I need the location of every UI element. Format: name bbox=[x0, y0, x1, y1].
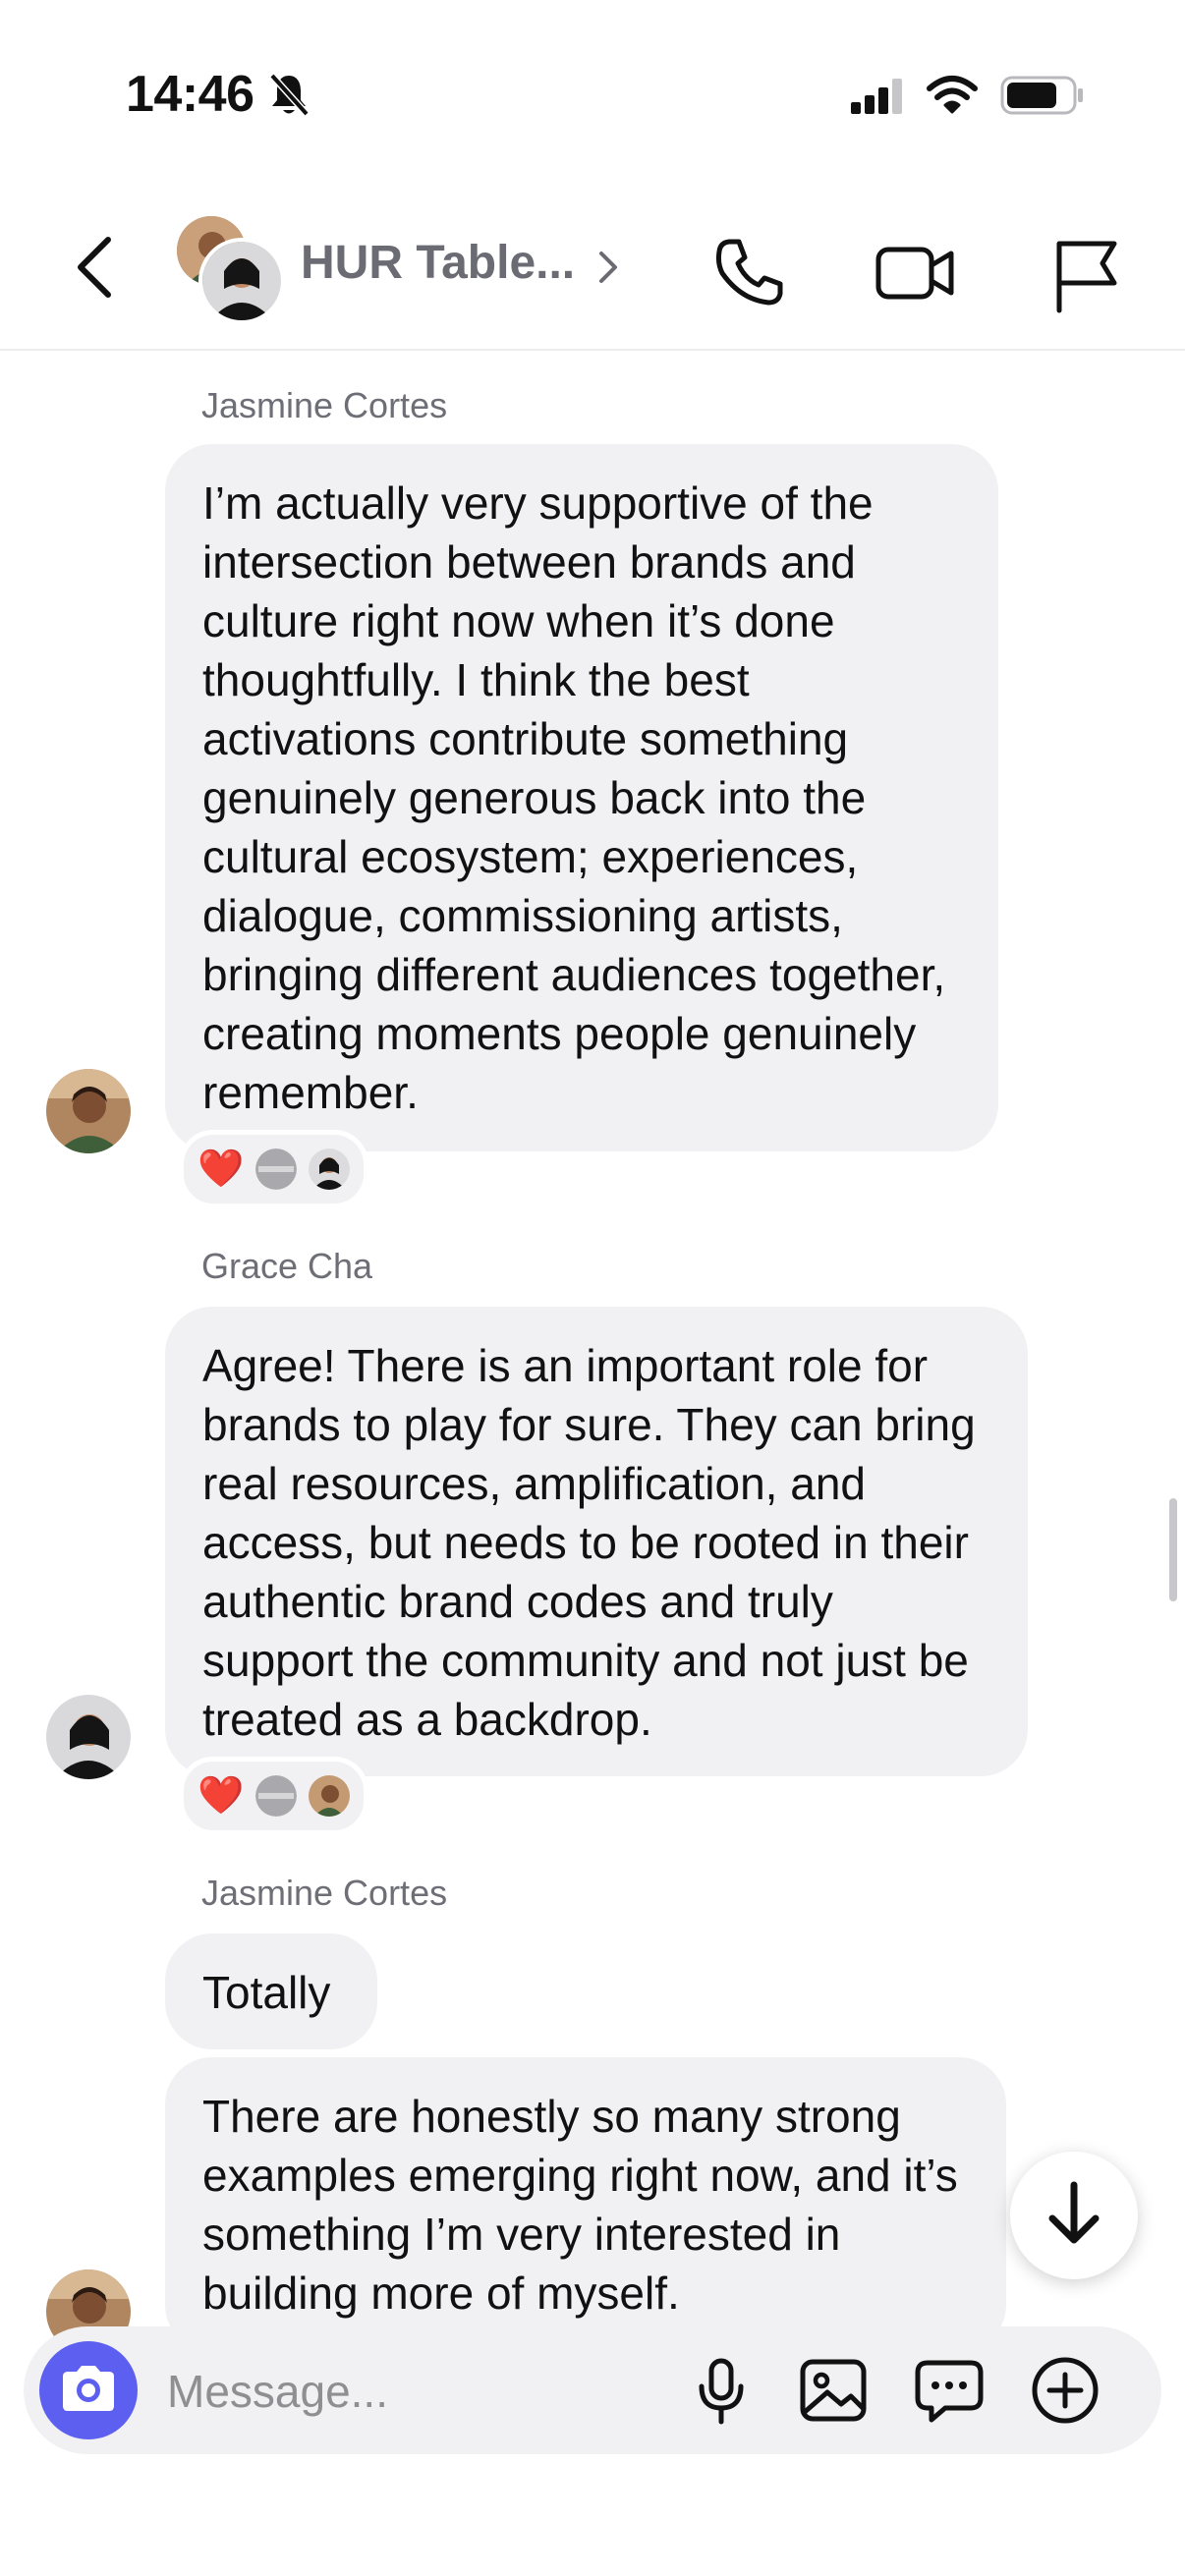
plus-circle-icon bbox=[1028, 2357, 1102, 2432]
sticker-button[interactable] bbox=[912, 2353, 987, 2428]
chat-header: HUR Table... bbox=[0, 187, 1185, 351]
sender-name: Grace Cha bbox=[201, 1246, 373, 1286]
message-bubble[interactable]: Agree! There is an important role for br… bbox=[165, 1307, 1028, 1776]
scrollbar[interactable] bbox=[1169, 1498, 1177, 1601]
status-bar: 14:46 bbox=[0, 0, 1185, 187]
image-icon bbox=[796, 2359, 871, 2432]
gallery-button[interactable] bbox=[796, 2353, 871, 2428]
heart-reaction: ❤️ bbox=[198, 1775, 245, 1817]
status-time: 14:46 bbox=[126, 66, 254, 123]
sender-name: Jasmine Cortes bbox=[201, 1873, 448, 1913]
reactions[interactable]: ❤️ bbox=[179, 1130, 369, 1208]
arrow-down-icon bbox=[1044, 2179, 1103, 2253]
phone-icon bbox=[705, 239, 794, 320]
avatar[interactable] bbox=[46, 1069, 131, 1153]
cellular-signal-icon bbox=[851, 79, 904, 119]
camera-button[interactable] bbox=[39, 2341, 138, 2439]
avatar bbox=[198, 238, 285, 324]
avatar bbox=[255, 1775, 298, 1817]
reactions[interactable]: ❤️ bbox=[179, 1757, 369, 1835]
avatar bbox=[309, 1775, 351, 1817]
chevron-right-icon[interactable] bbox=[593, 246, 623, 294]
message-bubble[interactable]: Totally bbox=[165, 1933, 377, 2049]
avatar[interactable] bbox=[46, 1695, 131, 1779]
bell-slash-icon bbox=[267, 71, 310, 123]
flag-icon bbox=[1042, 241, 1130, 320]
heart-reaction: ❤️ bbox=[198, 1148, 245, 1190]
wifi-icon bbox=[927, 75, 978, 119]
avatar bbox=[255, 1148, 298, 1190]
video-call-button[interactable] bbox=[871, 228, 959, 316]
call-button[interactable] bbox=[705, 228, 794, 316]
group-avatar[interactable] bbox=[173, 214, 285, 324]
chat-title[interactable]: HUR Table... bbox=[301, 236, 575, 290]
battery-icon bbox=[1000, 75, 1085, 121]
voice-message-button[interactable] bbox=[684, 2353, 759, 2428]
report-button[interactable] bbox=[1042, 228, 1130, 316]
message-bubble[interactable]: There are honestly so many strong exampl… bbox=[165, 2057, 1006, 2352]
more-options-button[interactable] bbox=[1028, 2353, 1102, 2428]
message-input[interactable] bbox=[165, 2356, 680, 2427]
scroll-to-bottom-button[interactable] bbox=[1010, 2152, 1138, 2279]
back-chevron-icon bbox=[57, 237, 136, 310]
message-composer bbox=[24, 2326, 1161, 2454]
microphone-icon bbox=[684, 2358, 759, 2432]
back-button[interactable] bbox=[57, 228, 136, 307]
avatar bbox=[309, 1148, 351, 1190]
camera-icon bbox=[59, 2363, 118, 2419]
message-bubble[interactable]: I’m actually very supportive of the inte… bbox=[165, 444, 998, 1151]
sender-name: Jasmine Cortes bbox=[201, 385, 448, 425]
chat-bubble-icon bbox=[912, 2360, 987, 2432]
video-camera-icon bbox=[871, 247, 959, 320]
